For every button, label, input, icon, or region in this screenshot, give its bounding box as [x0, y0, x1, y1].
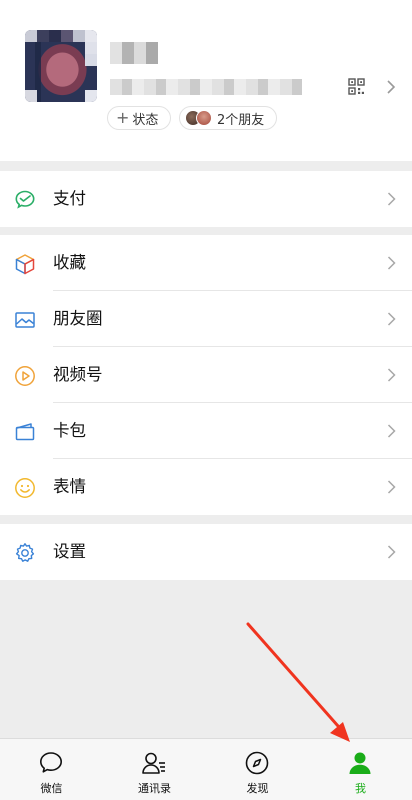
menu-label-cards: 卡包	[53, 421, 86, 440]
menu-label-stickers: 表情	[53, 477, 86, 496]
username-blurred	[110, 42, 158, 64]
profile-header[interactable]: + 状态 2个朋友	[0, 0, 412, 161]
qr-code-icon[interactable]	[348, 78, 365, 95]
friends-label: 2个朋友	[217, 112, 265, 128]
gear-icon	[15, 543, 35, 562]
chevron-right-icon	[387, 192, 396, 206]
cube-icon	[15, 254, 35, 275]
compass-icon	[245, 751, 269, 775]
chevron-right-icon	[387, 545, 396, 559]
menu-item-favorites[interactable]: 收藏	[0, 235, 412, 291]
wechat-pay-icon	[15, 190, 35, 209]
chevron-right-icon	[387, 312, 396, 326]
menu-label-pay: 支付	[53, 189, 86, 208]
picture-icon	[15, 312, 35, 328]
chevron-right-icon	[387, 424, 396, 438]
friend-avatars	[185, 110, 212, 126]
tab-me[interactable]: 我	[309, 739, 412, 800]
friends-status-button[interactable]: 2个朋友	[179, 106, 277, 130]
tab-label: 微信	[40, 782, 63, 795]
smile-icon	[15, 478, 35, 498]
menu-item-stickers[interactable]: 表情	[0, 459, 412, 515]
features-group: 收藏 朋友圈 视频号 卡包 表情	[0, 235, 412, 515]
status-label: 状态	[132, 112, 159, 128]
person-icon	[349, 752, 371, 774]
chevron-right-icon	[387, 256, 396, 270]
plus-icon: +	[116, 108, 130, 127]
chevron-right-icon	[387, 480, 396, 494]
menu-item-cards[interactable]: 卡包	[0, 403, 412, 459]
play-circle-icon	[15, 366, 35, 386]
pay-group: 支付	[0, 171, 412, 227]
status-button[interactable]: + 状态	[107, 106, 171, 130]
tab-label: 我	[355, 782, 366, 795]
wechat-id-blurred	[110, 79, 302, 95]
contacts-icon	[142, 752, 165, 774]
tab-chats[interactable]: 微信	[0, 739, 103, 800]
menu-item-moments[interactable]: 朋友圈	[0, 291, 412, 347]
menu-label-channels: 视频号	[53, 365, 103, 384]
bottom-tab-bar: 微信 通讯录 发现 我	[0, 738, 412, 800]
chevron-right-icon	[387, 368, 396, 382]
chevron-right-icon	[387, 80, 396, 94]
menu-label-favorites: 收藏	[53, 253, 86, 272]
settings-group: 设置	[0, 524, 412, 580]
menu-item-channels[interactable]: 视频号	[0, 347, 412, 403]
menu-label-moments: 朋友圈	[53, 309, 103, 328]
chat-bubble-icon	[40, 752, 62, 773]
avatar[interactable]	[25, 30, 97, 102]
tab-discover[interactable]: 发现	[206, 739, 309, 800]
menu-item-pay[interactable]: 支付	[0, 171, 412, 227]
menu-label-settings: 设置	[53, 542, 86, 561]
card-icon	[15, 423, 35, 441]
menu-item-settings[interactable]: 设置	[0, 524, 412, 580]
tab-contacts[interactable]: 通讯录	[103, 739, 206, 800]
tab-label: 发现	[246, 782, 269, 795]
tab-label: 通讯录	[138, 782, 171, 795]
